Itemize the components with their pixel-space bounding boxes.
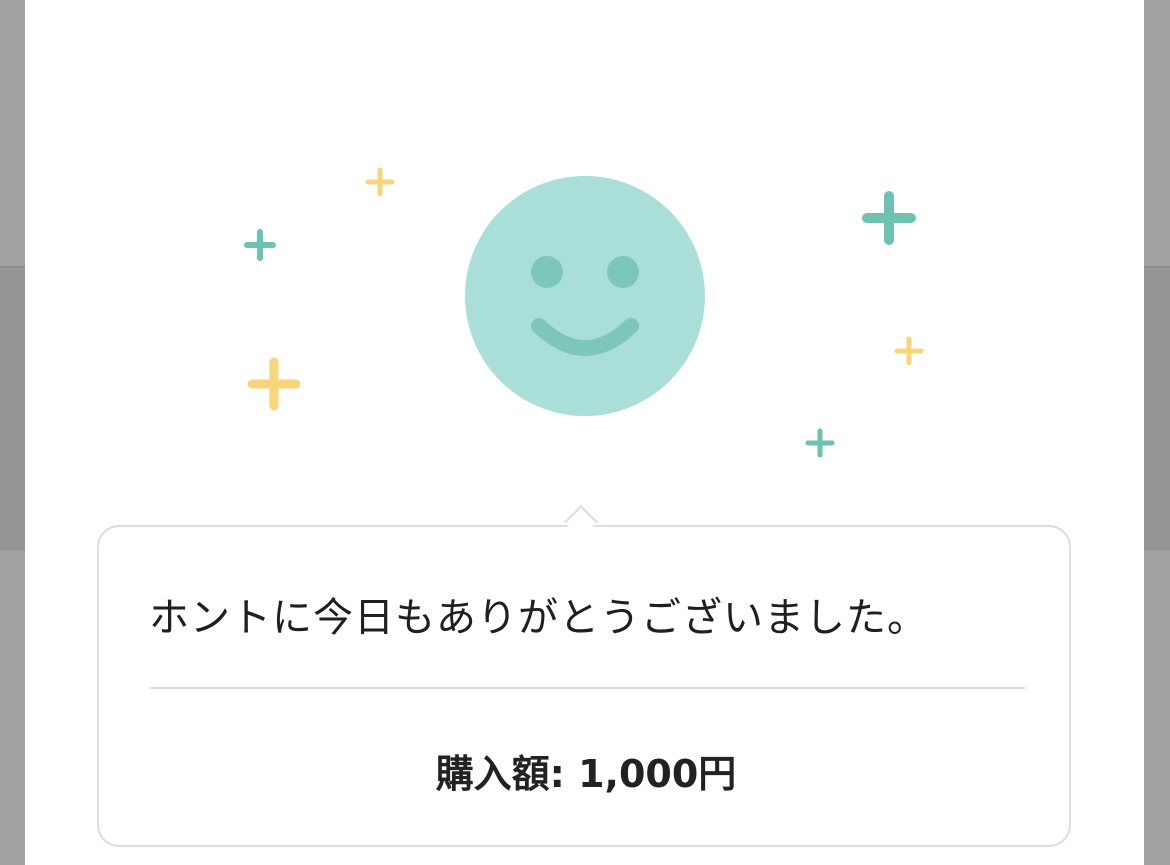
sparkle-plus-icon [244, 229, 276, 261]
thank-you-modal: ホントに今日もありがとうございました。 購入額: 1,000円 [25, 0, 1144, 865]
celebration-illustration [244, 167, 924, 458]
sparkle-plus-icon [805, 428, 835, 458]
purchase-amount: 購入額: 1,000円 [99, 743, 1073, 798]
sparkle-plus-icon [862, 191, 916, 245]
smiley-face-icon [465, 176, 705, 416]
purchase-amount-value: 1,000円 [578, 752, 737, 796]
sparkle-plus-icon [365, 167, 395, 197]
divider [149, 687, 1025, 689]
sparkle-plus-icon [894, 336, 924, 366]
thank-you-message: ホントに今日もありがとうございました。 [149, 595, 928, 641]
speech-bubble: ホントに今日もありがとうございました。 購入額: 1,000円 [97, 525, 1071, 847]
sparkle-plus-icon [247, 357, 301, 411]
purchase-amount-label: 購入額: [435, 752, 579, 796]
